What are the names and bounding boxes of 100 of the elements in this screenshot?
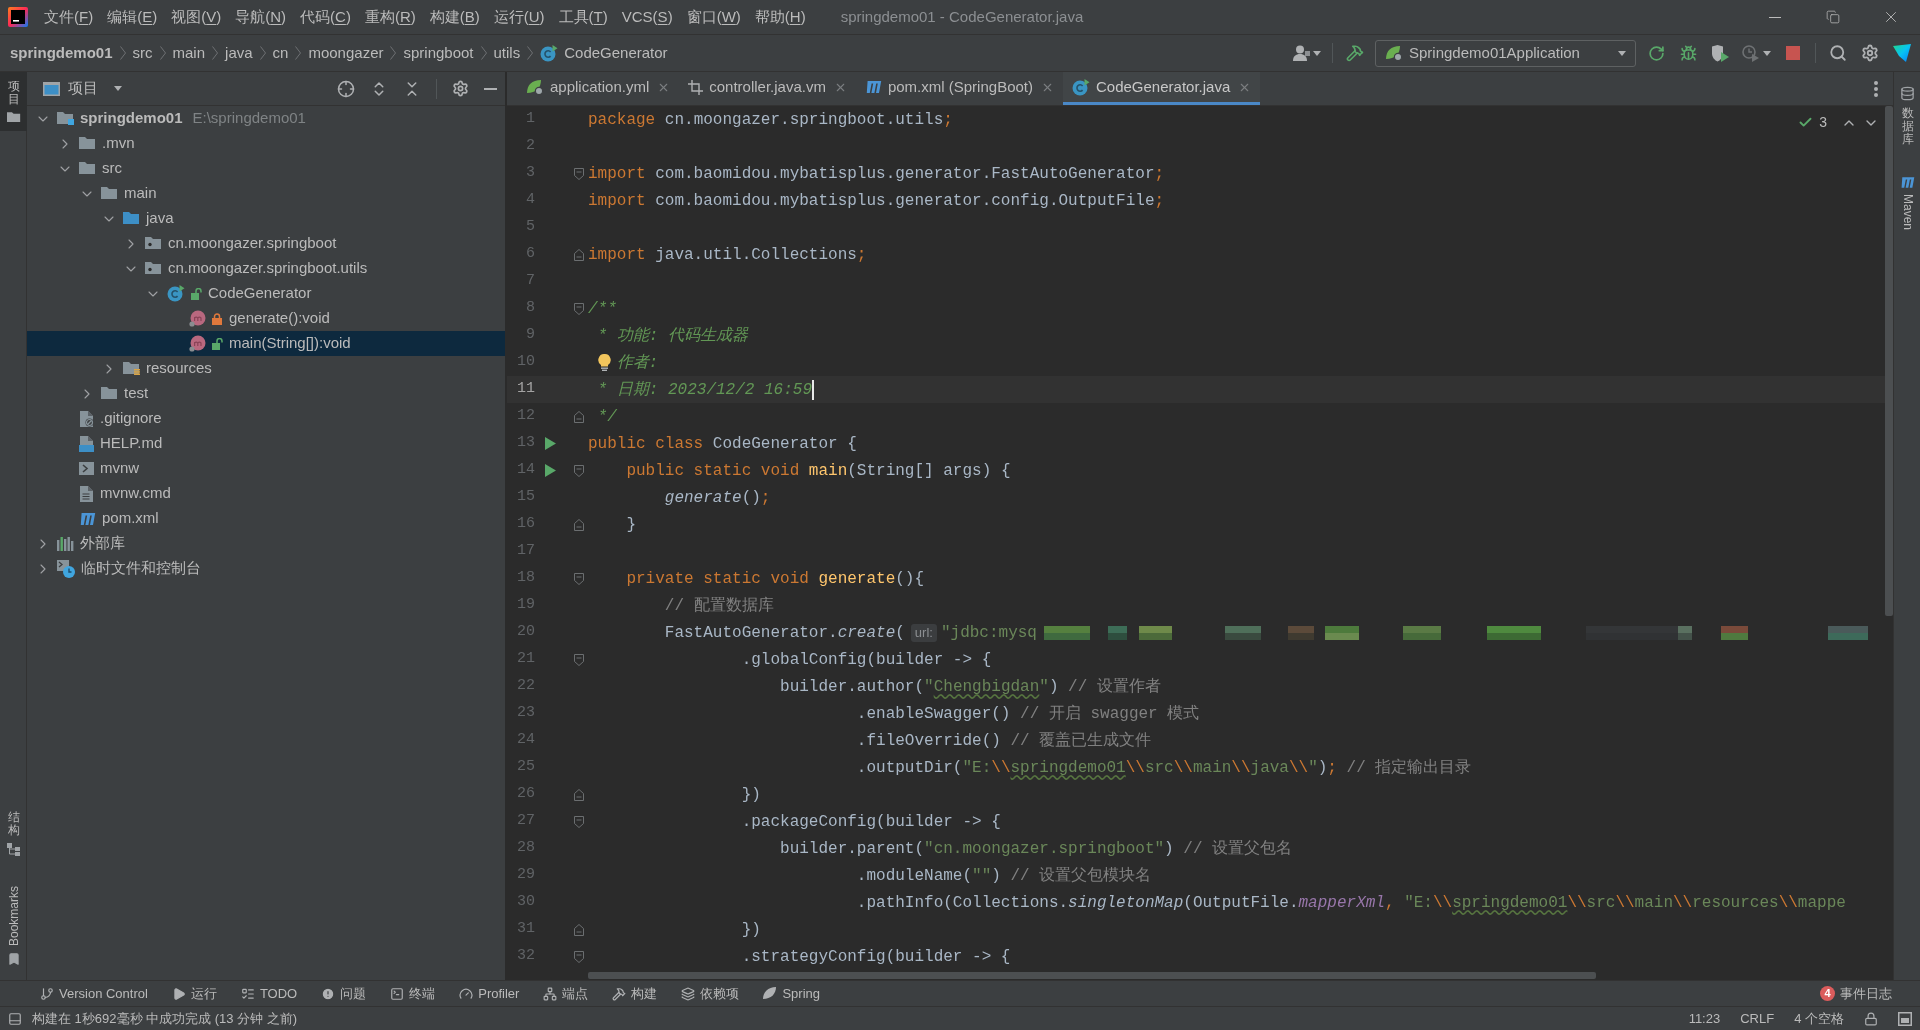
- tool-window-tab[interactable]: 端点: [539, 983, 593, 1004]
- tree-item[interactable]: generate():void: [27, 306, 505, 331]
- fold-icon[interactable]: [574, 302, 584, 315]
- fold-icon[interactable]: [574, 248, 584, 261]
- fold-icon[interactable]: [574, 788, 584, 801]
- package-folder-icon: [145, 237, 162, 250]
- menu-item[interactable]: 帮助(H): [747, 4, 813, 30]
- tree-item[interactable]: CodeGenerator: [27, 281, 505, 306]
- breadcrumb-item[interactable]: CodeGenerator: [540, 41, 668, 65]
- tool-window-tab[interactable]: Spring: [759, 983, 824, 1004]
- clock-file-icon: [57, 559, 75, 578]
- chevron-right-icon: [212, 46, 219, 60]
- fold-icon[interactable]: [574, 410, 584, 423]
- tree-item[interactable]: resources: [27, 356, 505, 381]
- tool-window-button[interactable]: 数据库: [1894, 78, 1920, 155]
- indent-setting[interactable]: 4 个空格: [1794, 1008, 1844, 1029]
- fold-icon[interactable]: [574, 518, 584, 531]
- dropdown-caret-icon: [1763, 50, 1771, 56]
- tree-item[interactable]: mvnw.cmd: [27, 481, 505, 506]
- tool-window-tab[interactable]: 依赖项: [677, 983, 744, 1004]
- tree-item[interactable]: HELP.md: [27, 431, 505, 456]
- tree-item[interactable]: main(String[]):void: [27, 331, 505, 356]
- panel-title-dropdown[interactable]: 项目: [43, 77, 122, 100]
- menu-item[interactable]: 编辑(E): [100, 4, 165, 30]
- tool-window-tab[interactable]: TODO: [236, 983, 302, 1004]
- code-text: * 功能: 代码生成器: [597, 325, 748, 347]
- lightbulb-icon[interactable]: [597, 354, 611, 371]
- editor-tab[interactable]: controller.java.vm: [679, 72, 856, 105]
- breadcrumb-item[interactable]: java: [225, 41, 253, 65]
- tool-window-button[interactable]: Maven: [1894, 168, 1920, 238]
- menu-item[interactable]: 窗口(W): [679, 4, 748, 30]
- vertical-scrollbar[interactable]: [1885, 106, 1893, 616]
- menu-item[interactable]: 文件(F): [37, 4, 101, 30]
- event-log-button[interactable]: 4 事件日志: [1820, 983, 1892, 1004]
- menu-item[interactable]: 工具(T): [551, 4, 615, 30]
- locate-button[interactable]: [337, 79, 355, 98]
- app-logo-icon[interactable]: [8, 7, 28, 27]
- caret-position[interactable]: 11:23: [1688, 1008, 1721, 1029]
- folder-icon: [123, 212, 140, 225]
- tree-item[interactable]: mvnw: [27, 456, 505, 481]
- code-text: import com.baomidou.mybatisplus.generator.config.OutputFile;: [588, 190, 1165, 212]
- tool-window-tab[interactable]: 终端: [386, 983, 440, 1004]
- settings-button[interactable]: [452, 80, 469, 97]
- fold-icon[interactable]: [574, 167, 584, 180]
- breadcrumb-item[interactable]: moongazer: [308, 41, 384, 65]
- tool-window-button[interactable]: 项目: [0, 72, 27, 132]
- tree-item[interactable]: cn.moongazer.springboot: [27, 231, 505, 256]
- tool-window-button[interactable]: Bookmarks: [0, 877, 27, 974]
- fold-icon[interactable]: [574, 653, 584, 666]
- fold-icon[interactable]: [574, 815, 584, 828]
- tree-item[interactable]: src: [27, 156, 505, 181]
- run-icon[interactable]: [544, 437, 556, 450]
- tree-item[interactable]: springdemo01 E:\springdemo01: [27, 106, 505, 131]
- menu-item[interactable]: VCS(S): [614, 4, 680, 30]
- tree-item[interactable]: 外部库: [27, 531, 505, 556]
- toggle-panels-button[interactable]: [8, 1011, 22, 1026]
- editor-tab[interactable]: pom.xml (SpringBoot): [855, 72, 1063, 105]
- breadcrumb-item[interactable]: main: [172, 41, 206, 65]
- run-configuration-dropdown[interactable]: Springdemo01Application: [1375, 39, 1636, 67]
- fold-icon[interactable]: [574, 950, 584, 963]
- menu-item[interactable]: 视图(V): [164, 4, 229, 30]
- restore-icon: [1826, 10, 1840, 24]
- breadcrumb-item[interactable]: springboot: [403, 41, 474, 65]
- breadcrumb-item[interactable]: utils: [493, 41, 521, 65]
- breadcrumb-item[interactable]: src: [132, 41, 153, 65]
- books-icon: [57, 536, 74, 551]
- fold-icon[interactable]: [574, 572, 584, 585]
- tool-window-button[interactable]: 结构: [0, 802, 27, 864]
- line-number: 10: [517, 352, 535, 373]
- tool-window-tab[interactable]: 运行: [167, 983, 221, 1004]
- tree-item[interactable]: 临时文件和控制台: [27, 556, 505, 581]
- tool-window-tab[interactable]: Version Control: [36, 983, 152, 1004]
- fold-icon[interactable]: [574, 923, 584, 936]
- tool-window-tab[interactable]: Profiler: [455, 983, 524, 1004]
- tree-item[interactable]: java: [27, 206, 505, 231]
- tree-item[interactable]: .mvn: [27, 131, 505, 156]
- menu-item[interactable]: 导航(N): [228, 4, 294, 30]
- tree-item[interactable]: pom.xml: [27, 506, 505, 531]
- tree-item[interactable]: test: [27, 381, 505, 406]
- tool-window-tab[interactable]: 问题: [317, 983, 371, 1004]
- menu-item[interactable]: 重构(R): [357, 4, 423, 30]
- menu-item[interactable]: 构建(B): [422, 4, 487, 30]
- tree-item[interactable]: .gitignore: [27, 406, 505, 431]
- tree-item[interactable]: cn.moongazer.springboot.utils: [27, 256, 505, 281]
- menu-item[interactable]: 代码(C): [293, 4, 358, 30]
- path-text: E:\springdemo01: [192, 108, 306, 129]
- breadcrumb-item[interactable]: cn: [272, 41, 289, 65]
- editor-tab[interactable]: CodeGenerator.java: [1063, 72, 1261, 105]
- fold-icon[interactable]: [574, 464, 584, 477]
- tree-item[interactable]: main: [27, 181, 505, 206]
- editor-tab[interactable]: application.yml: [517, 72, 680, 105]
- line-separator[interactable]: CRLF: [1740, 1008, 1775, 1029]
- tool-window-tab[interactable]: 构建: [608, 983, 662, 1004]
- window-icon[interactable]: [1898, 1011, 1912, 1026]
- lock-icon[interactable]: [1864, 1011, 1878, 1026]
- parameter-hint: url:: [910, 623, 937, 642]
- menu-item[interactable]: 运行(U): [486, 4, 552, 30]
- run-icon[interactable]: [544, 464, 556, 477]
- breadcrumb-item[interactable]: springdemo01: [10, 41, 113, 65]
- horizontal-scrollbar[interactable]: [588, 972, 1596, 979]
